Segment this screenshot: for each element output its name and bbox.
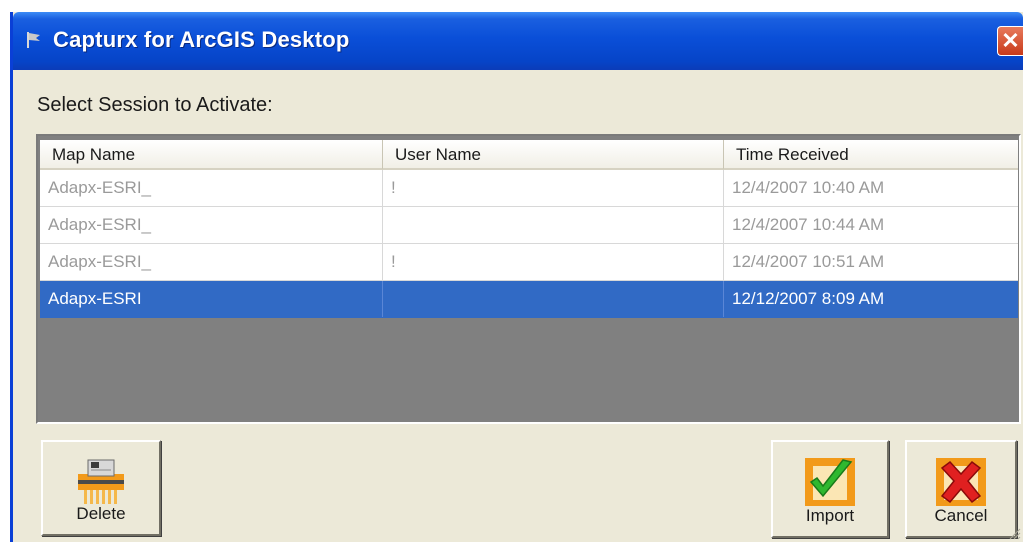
title-bar[interactable]: Capturx for ArcGIS Desktop ✕ [13,12,1023,70]
cell-time-received: 12/4/2007 10:51 AM [732,252,885,271]
cell-user-name: ! [383,170,724,206]
dialog-window: Capturx for ArcGIS Desktop ✕ Select Sess… [10,12,1023,542]
import-label: Import [805,506,855,525]
cell-user-name: ! [383,244,724,280]
cell-map-name: Adapx-ESRI_ [40,244,383,280]
resize-grip-icon[interactable] [1007,526,1021,540]
cancel-button[interactable]: Cancel [905,440,1017,538]
prompt-label: Select Session to Activate: [37,94,273,116]
shredder-icon [78,459,124,504]
cell-user-name [383,281,724,317]
column-header-user-name[interactable]: User Name [383,140,724,170]
cancel-label: Cancel [934,506,988,525]
delete-label: Delete [76,504,126,523]
session-list[interactable]: Map Name User Name Time Received Adapx-E… [36,134,1021,424]
table-row-selected[interactable]: Adapx-ESRI 12/12/2007 8:09 AM [40,281,1018,318]
close-icon: ✕ [1001,28,1020,53]
import-button[interactable]: Import [771,440,889,538]
cell-time-received: 12/4/2007 10:40 AM [732,178,885,197]
table-row[interactable]: Adapx-ESRI_ ! 12/4/2007 10:51 AM [40,244,1018,281]
cell-time-received: 12/4/2007 10:44 AM [732,215,885,234]
cell-user-name [383,207,724,243]
checkmark-icon [805,458,855,506]
table-row[interactable]: Adapx-ESRI_ ! 12/4/2007 10:40 AM [40,170,1018,207]
close-button[interactable]: ✕ [997,26,1023,56]
red-x-icon [936,458,986,506]
column-header-map-name[interactable]: Map Name [40,140,383,170]
window-title: Capturx for ArcGIS Desktop [53,27,350,52]
cell-map-name: Adapx-ESRI_ [40,170,383,206]
list-rows: Adapx-ESRI_ ! 12/4/2007 10:40 AM Adapx-E… [40,170,1018,318]
delete-button[interactable]: Delete [41,440,161,536]
table-row[interactable]: Adapx-ESRI_ 12/4/2007 10:44 AM [40,207,1018,244]
cell-time-received: 12/12/2007 8:09 AM [732,289,885,308]
cell-map-name: Adapx-ESRI [40,281,383,317]
flag-icon [27,32,40,48]
column-header-time-received[interactable]: Time Received [724,140,1018,170]
list-header: Map Name User Name Time Received [40,140,1018,170]
cell-map-name: Adapx-ESRI_ [40,207,383,243]
